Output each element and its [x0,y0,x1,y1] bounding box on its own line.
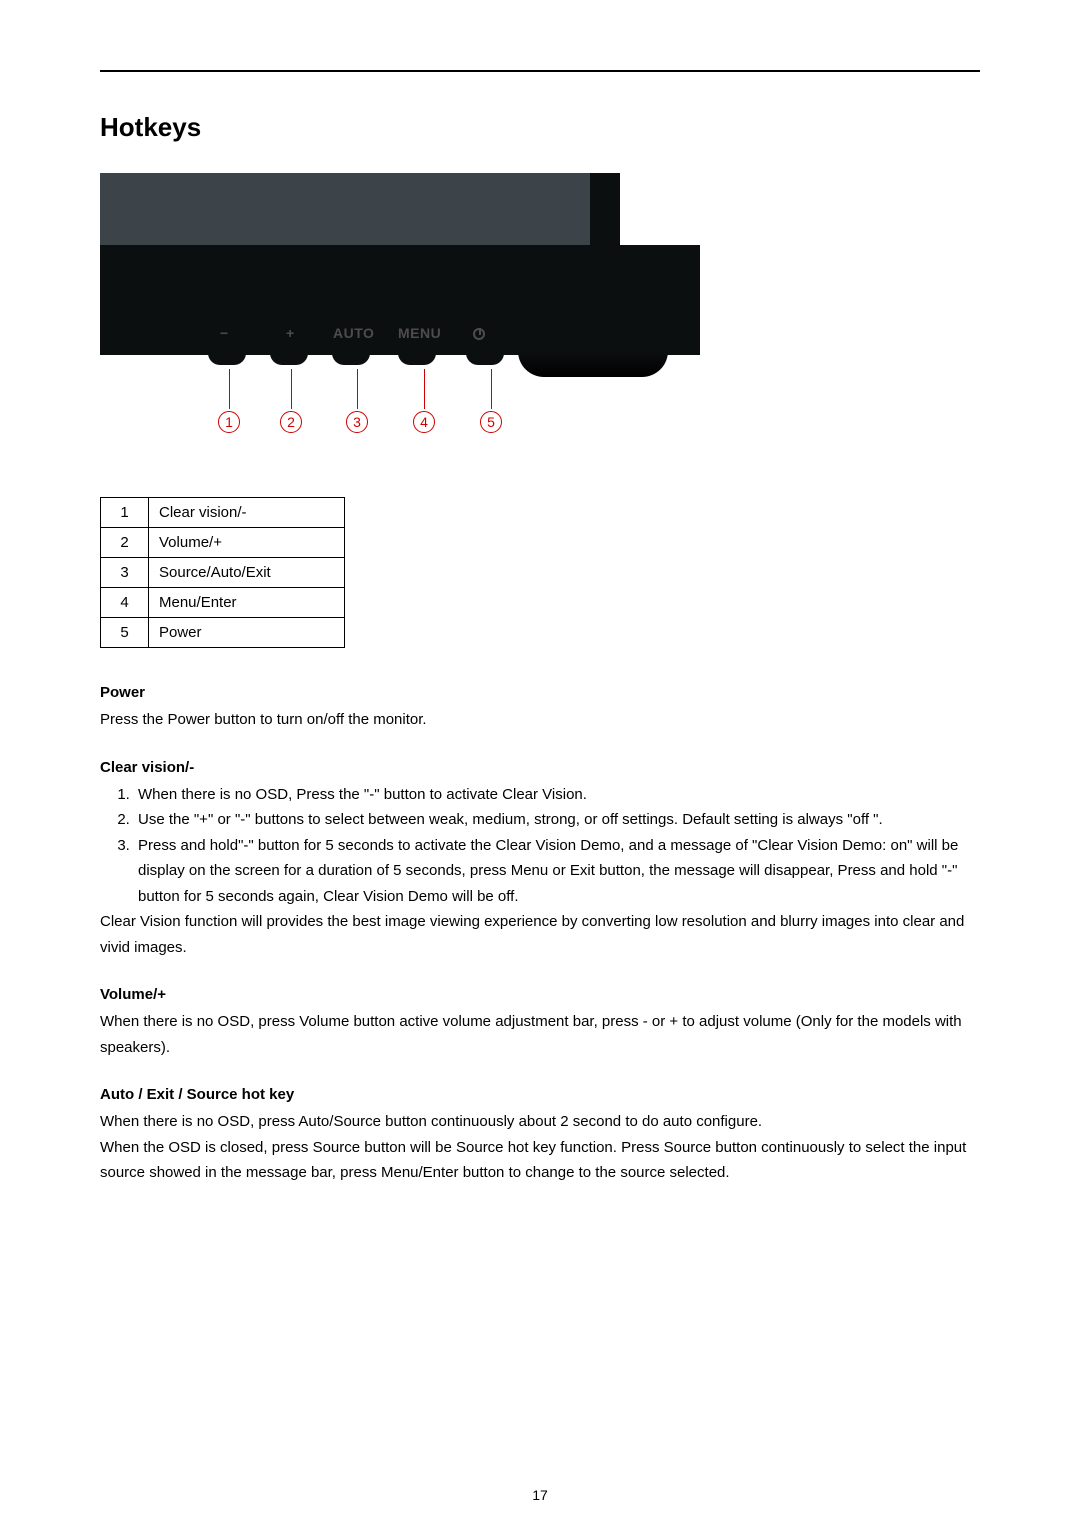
volume-text: When there is no OSD, press Volume butto… [100,1009,980,1060]
key-label: Power [149,618,345,648]
callout-bubble: 3 [346,411,368,433]
power-section: Power Press the Power button to turn on/… [100,684,980,733]
front-panel: − + AUTO MENU [100,245,700,355]
clear-vision-list: When there is no OSD, Press the "-" butt… [100,782,980,910]
section-title: Hotkeys [100,112,980,143]
callout-line [229,369,230,409]
list-item: Use the "+" or "-" buttons to select bet… [134,807,980,833]
auto-exit-line1: When there is no OSD, press Auto/Source … [100,1109,980,1135]
key-index: 2 [101,528,149,558]
key-index: 5 [101,618,149,648]
menu-label: MENU [398,325,441,341]
callout-3: 3 [346,369,368,433]
plus-label: + [286,325,295,341]
key-index: 4 [101,588,149,618]
key-label: Source/Auto/Exit [149,558,345,588]
table-row: 4 Menu/Enter [101,588,345,618]
callout-line [291,369,292,409]
key-index: 1 [101,498,149,528]
minus-label: − [220,325,229,341]
monitor-bezel [100,173,620,245]
callout-1: 1 [218,369,240,433]
button-5 [466,353,504,365]
auto-exit-heading: Auto / Exit / Source hot key [100,1086,980,1103]
auto-exit-line2: When the OSD is closed, press Source but… [100,1135,980,1186]
callout-bubble: 1 [218,411,240,433]
key-label: Volume/+ [149,528,345,558]
button-2 [270,353,308,365]
button-nubs [100,355,700,369]
callout-bubble: 5 [480,411,502,433]
auto-exit-section: Auto / Exit / Source hot key When there … [100,1086,980,1186]
auto-label: AUTO [333,325,374,341]
callout-2: 2 [280,369,302,433]
list-item: When there is no OSD, Press the "-" butt… [134,782,980,808]
button-1 [208,353,246,365]
callout-line [491,369,492,409]
button-3 [332,353,370,365]
key-label: Menu/Enter [149,588,345,618]
callouts: 1 2 3 4 5 [100,369,700,447]
callout-bubble: 4 [413,411,435,433]
callout-4: 4 [413,369,435,433]
table-row: 1 Clear vision/- [101,498,345,528]
power-text: Press the Power button to turn on/off th… [100,707,980,733]
key-index: 3 [101,558,149,588]
bezel-edge [590,173,620,245]
clear-vision-heading: Clear vision/- [100,759,980,776]
table-row: 2 Volume/+ [101,528,345,558]
power-icon [473,328,485,340]
top-rule [100,70,980,72]
callout-5: 5 [480,369,502,433]
list-item: Press and hold"-" button for 5 seconds t… [134,833,980,910]
key-label: Clear vision/- [149,498,345,528]
table-row: 5 Power [101,618,345,648]
page-number: 17 [0,1487,1080,1503]
volume-heading: Volume/+ [100,986,980,1003]
button-4 [398,353,436,365]
power-heading: Power [100,684,980,701]
callout-line [424,369,425,409]
power-icon-label [473,325,485,341]
table-row: 3 Source/Auto/Exit [101,558,345,588]
page: Hotkeys − + AUTO MENU 1 [0,0,1080,1527]
hotkeys-table: 1 Clear vision/- 2 Volume/+ 3 Source/Aut… [100,497,345,648]
volume-section: Volume/+ When there is no OSD, press Vol… [100,986,980,1060]
clear-vision-footer: Clear Vision function will provides the … [100,909,980,960]
hotkey-diagram: − + AUTO MENU 1 2 [100,173,700,447]
clear-vision-section: Clear vision/- When there is no OSD, Pre… [100,759,980,961]
callout-line [357,369,358,409]
callout-bubble: 2 [280,411,302,433]
